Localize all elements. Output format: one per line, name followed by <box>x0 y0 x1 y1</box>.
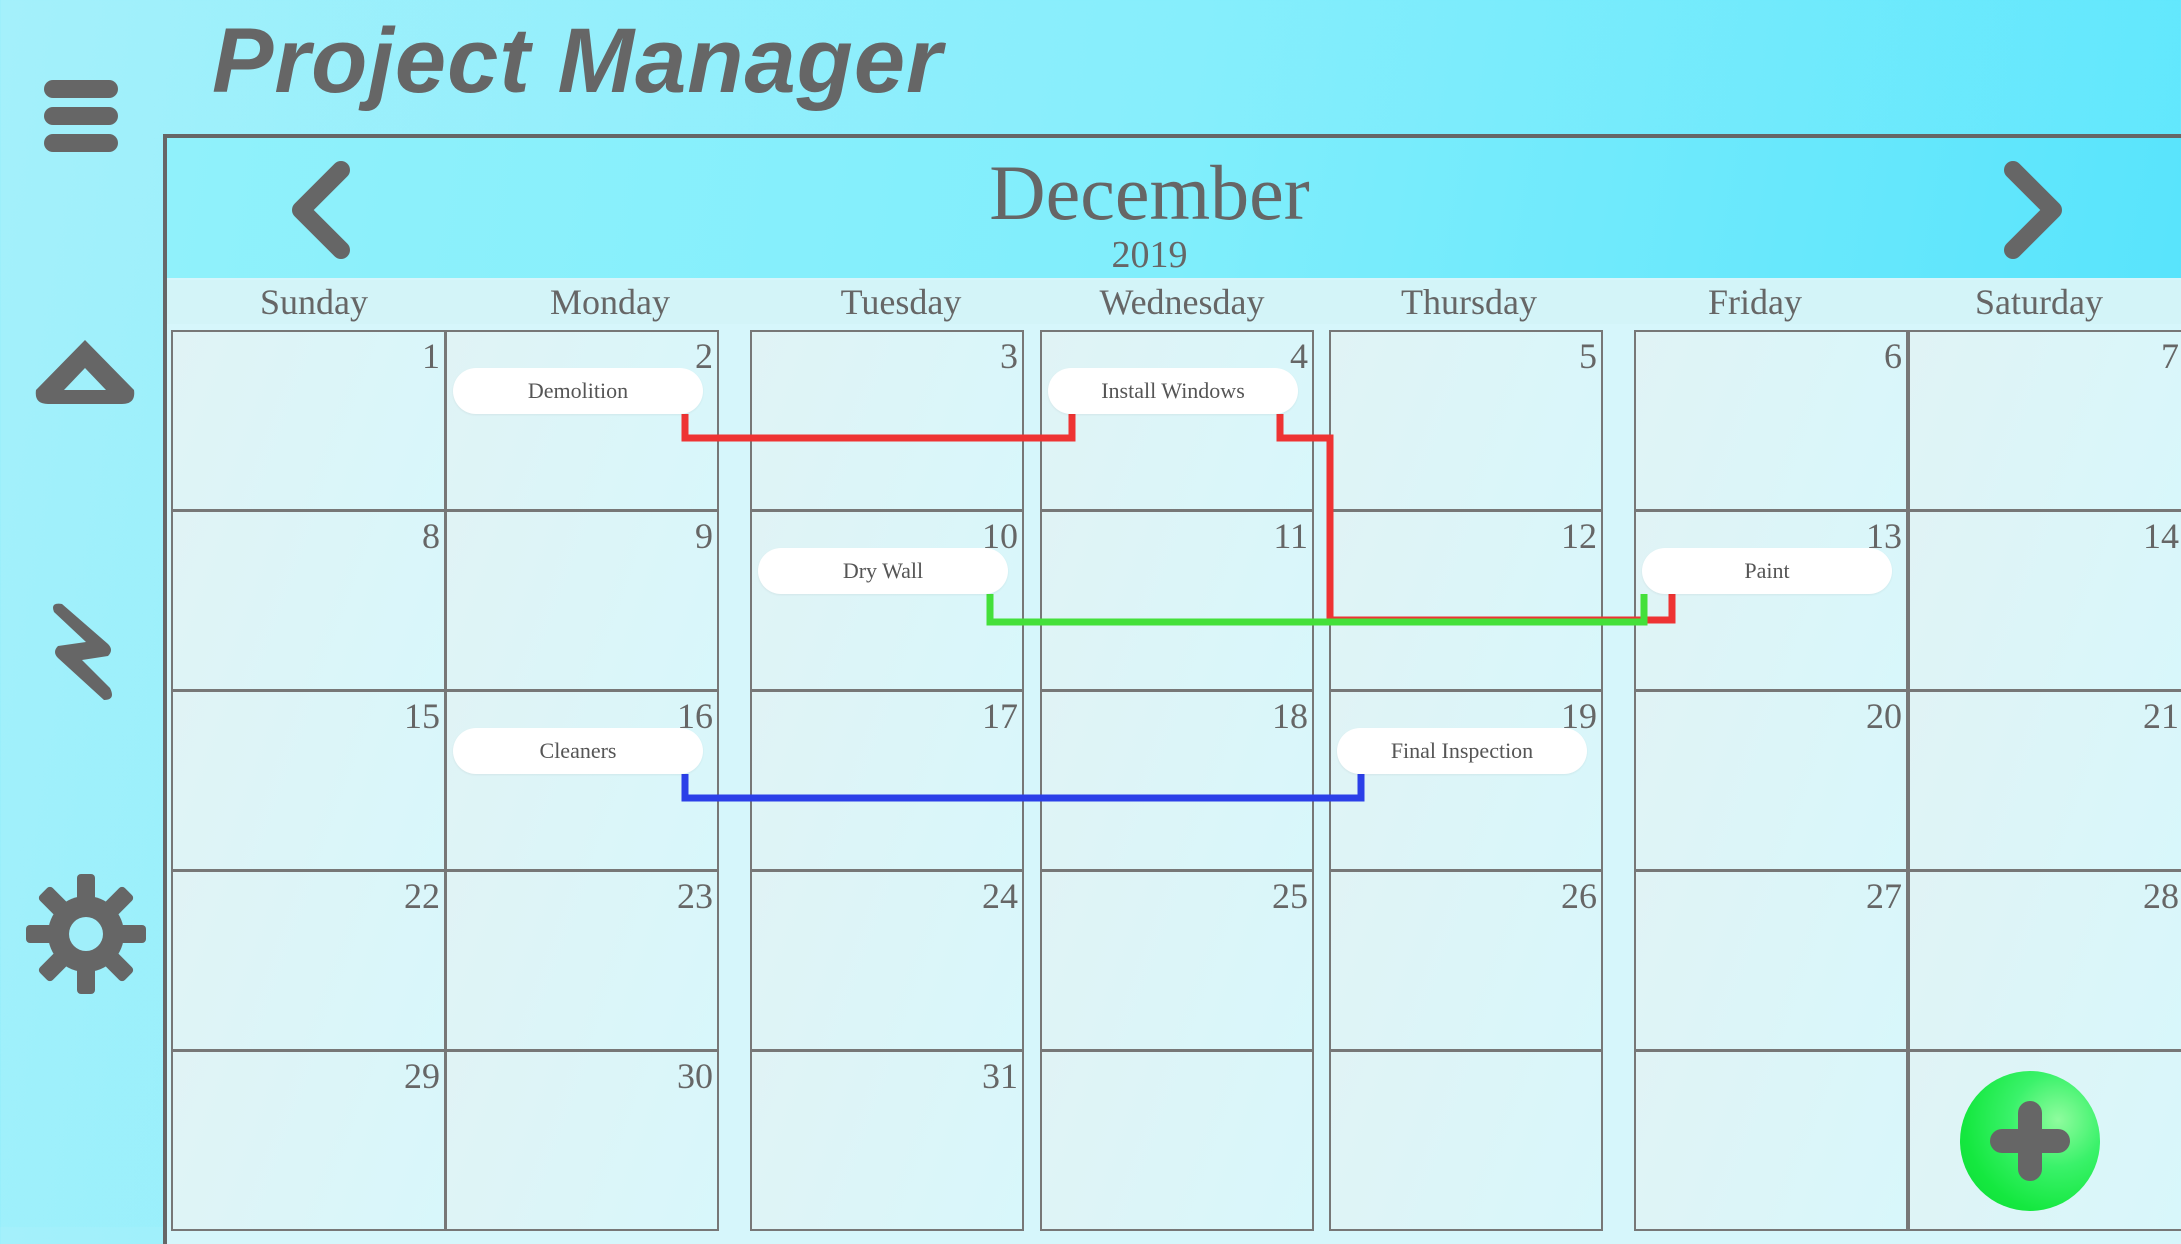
day-cell[interactable]: 9 <box>445 510 719 691</box>
weekday-wednesday: Wednesday <box>1099 282 1265 322</box>
day-number: 29 <box>404 1056 440 1096</box>
day-cell[interactable] <box>1329 1050 1603 1231</box>
day-cell[interactable]: 1 <box>171 330 446 511</box>
day-cell[interactable]: 23 <box>445 870 719 1051</box>
day-cell[interactable]: 25 <box>1040 870 1314 1051</box>
day-cell[interactable]: 27 <box>1634 870 1908 1051</box>
weekday-sunday: Sunday <box>260 282 368 322</box>
weekday-friday: Friday <box>1708 282 1802 322</box>
day-number: 23 <box>677 876 713 916</box>
day-number: 9 <box>695 516 713 556</box>
day-number: 8 <box>422 516 440 556</box>
day-number: 27 <box>1866 876 1902 916</box>
day-number: 25 <box>1272 876 1308 916</box>
task-install-windows[interactable]: Install Windows <box>1048 368 1298 414</box>
day-cell[interactable]: 7 <box>1908 330 2181 511</box>
day-cell[interactable] <box>1040 1050 1314 1231</box>
task-paint[interactable]: Paint <box>1642 548 1892 594</box>
day-cell[interactable]: 31 <box>750 1050 1024 1231</box>
lightning-icon[interactable] <box>48 600 118 704</box>
weekday-header-row: Sunday Monday Tuesday Wednesday Thursday Frid… <box>167 280 2181 324</box>
day-cell[interactable]: 5 <box>1329 330 1603 511</box>
weekday-saturday: Saturday <box>1975 282 2103 322</box>
day-cell[interactable]: 11 <box>1040 510 1314 691</box>
calendar: December 2019 Sunday Monday Tuesday Wednesd… <box>163 134 2181 1244</box>
day-cell[interactable]: 13 <box>1634 510 1908 691</box>
day-number: 22 <box>404 876 440 916</box>
day-cell[interactable]: 20 <box>1634 690 1908 871</box>
day-number: 4 <box>1290 336 1308 376</box>
weekday-monday: Monday <box>550 282 670 322</box>
day-cell[interactable]: 12 <box>1329 510 1603 691</box>
add-task-button[interactable] <box>1960 1071 2100 1211</box>
day-cell[interactable]: 28 <box>1908 870 2181 1051</box>
day-cell[interactable]: 2 <box>445 330 719 511</box>
day-cell[interactable]: 3 <box>750 330 1024 511</box>
chevron-left-icon[interactable] <box>287 160 357 260</box>
task-dry-wall[interactable]: Dry Wall <box>758 548 1008 594</box>
month-name: December <box>989 149 1310 236</box>
day-number: 1 <box>422 336 440 376</box>
task-demolition[interactable]: Demolition <box>453 368 703 414</box>
menu-icon[interactable] <box>40 76 122 156</box>
caret-up-icon[interactable] <box>34 338 136 408</box>
day-number: 26 <box>1561 876 1597 916</box>
day-number: 5 <box>1579 336 1597 376</box>
task-cleaners[interactable]: Cleaners <box>453 728 703 774</box>
day-number: 31 <box>982 1056 1018 1096</box>
day-cell[interactable] <box>1634 1050 1908 1231</box>
chevron-right-icon[interactable] <box>1997 160 2067 260</box>
day-cell[interactable]: 10 <box>750 510 1024 691</box>
day-cell[interactable]: 24 <box>750 870 1024 1051</box>
day-cell[interactable]: 21 <box>1908 690 2181 871</box>
day-number: 28 <box>2143 876 2179 916</box>
day-number: 20 <box>1866 696 1902 736</box>
day-cell[interactable]: 18 <box>1040 690 1314 871</box>
day-number: 11 <box>1273 516 1308 556</box>
day-cell[interactable]: 16 <box>445 690 719 871</box>
day-cell[interactable]: 4 <box>1040 330 1314 511</box>
calendar-header: December 2019 <box>167 138 2181 278</box>
day-cell[interactable]: 29 <box>171 1050 446 1231</box>
day-cell[interactable]: 26 <box>1329 870 1603 1051</box>
day-cell[interactable]: 14 <box>1908 510 2181 691</box>
day-number: 21 <box>2143 696 2179 736</box>
day-cell[interactable]: 22 <box>171 870 446 1051</box>
weekday-tuesday: Tuesday <box>840 282 962 322</box>
weekday-thursday: Thursday <box>1401 282 1537 322</box>
day-number: 17 <box>982 696 1018 736</box>
day-cell[interactable]: 30 <box>445 1050 719 1231</box>
plus-icon <box>1990 1101 2070 1181</box>
app-title: Project Manager <box>212 10 943 112</box>
day-number: 2 <box>695 336 713 376</box>
day-number: 12 <box>1561 516 1597 556</box>
gear-icon[interactable] <box>24 872 148 996</box>
year-label: 2019 <box>1111 234 1188 276</box>
day-cell[interactable]: 19 <box>1329 690 1603 871</box>
day-number: 3 <box>1000 336 1018 376</box>
day-number: 30 <box>677 1056 713 1096</box>
day-number: 6 <box>1884 336 1902 376</box>
task-final-inspection[interactable]: Final Inspection <box>1337 728 1587 774</box>
day-cell[interactable]: 17 <box>750 690 1024 871</box>
day-cell[interactable]: 8 <box>171 510 446 691</box>
day-number: 15 <box>404 696 440 736</box>
day-number: 7 <box>2161 336 2179 376</box>
day-cell[interactable]: 15 <box>171 690 446 871</box>
day-number: 14 <box>2143 516 2179 556</box>
day-cell[interactable]: 6 <box>1634 330 1908 511</box>
day-number: 18 <box>1272 696 1308 736</box>
day-number: 24 <box>982 876 1018 916</box>
